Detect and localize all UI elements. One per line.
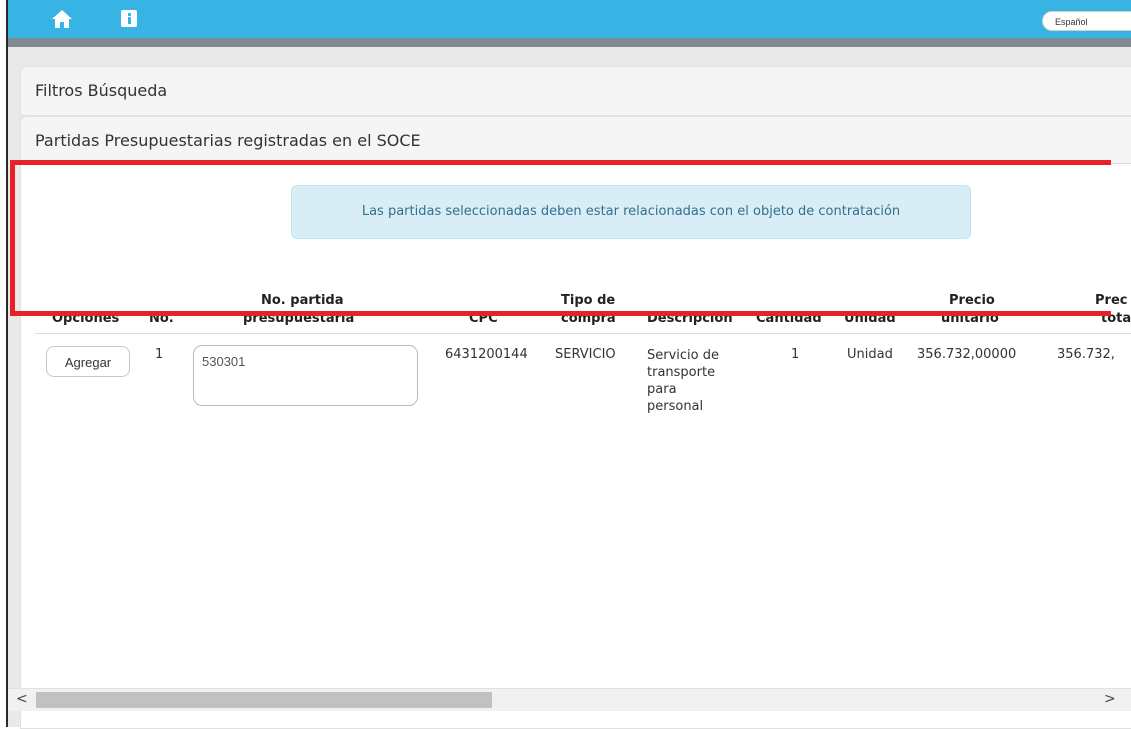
header-precio-unitario-line1: Precio bbox=[949, 293, 995, 308]
cell-unidad: Unidad bbox=[847, 347, 893, 362]
filtros-busqueda-panel[interactable]: Filtros Búsqueda bbox=[20, 66, 1131, 116]
partidas-panel-header[interactable]: Partidas Presupuestarias registradas en … bbox=[21, 117, 1131, 164]
header-partida-line1: No. partida bbox=[261, 293, 344, 308]
scroll-left-icon[interactable]: < bbox=[16, 691, 28, 707]
agregar-button[interactable]: Agregar bbox=[46, 346, 130, 377]
language-select[interactable]: Español bbox=[1042, 11, 1131, 31]
partidas-panel-title: Partidas Presupuestarias registradas en … bbox=[35, 131, 421, 150]
cell-precio-total: 356.732, bbox=[1057, 347, 1115, 362]
partidas-presupuestarias-panel: Partidas Presupuestarias registradas en … bbox=[20, 116, 1131, 729]
header-cpc: CPC bbox=[469, 311, 498, 326]
cell-no: 1 bbox=[155, 347, 164, 362]
home-icon[interactable] bbox=[51, 9, 73, 29]
header-opciones: Opciones bbox=[52, 311, 120, 326]
header-descripcion: Descripción bbox=[647, 311, 733, 326]
cell-descripcion-line2: transporte bbox=[647, 365, 716, 380]
header-divider bbox=[35, 333, 1131, 334]
scrollbar-thumb[interactable] bbox=[36, 692, 492, 708]
cell-precio-unitario: 356.732,00000 bbox=[917, 347, 1017, 362]
header-unidad: Unidad bbox=[844, 311, 896, 326]
cell-descripcion-line4: personal bbox=[647, 399, 704, 414]
horizontal-scrollbar[interactable]: < > bbox=[8, 688, 1131, 711]
header-precio-total-line2: tota bbox=[1101, 311, 1131, 326]
partidas-table: Opciones No. No. partida presupuestaria … bbox=[35, 282, 1131, 432]
header-partida-line2: presupuestaria bbox=[243, 311, 355, 326]
header-precio-total-line1: Prec bbox=[1095, 293, 1128, 308]
header-no: No. bbox=[149, 311, 174, 326]
header-cantidad: Cantidad bbox=[756, 311, 822, 326]
cell-tipo: SERVICIO bbox=[555, 347, 616, 362]
cell-cantidad: 1 bbox=[791, 347, 800, 362]
info-alert: Las partidas seleccionadas deben estar r… bbox=[291, 185, 971, 239]
partida-input[interactable]: 530301 bbox=[193, 345, 418, 406]
cell-descripcion-line3: para bbox=[647, 382, 677, 397]
header-precio-unitario-line2: unitario bbox=[941, 311, 999, 326]
filtros-busqueda-title[interactable]: Filtros Búsqueda bbox=[21, 67, 1131, 115]
info-icon[interactable] bbox=[121, 10, 137, 27]
header-tipo-line1: Tipo de bbox=[561, 293, 616, 308]
cell-cpc: 6431200144 bbox=[445, 347, 528, 362]
header-tipo-line2: compra bbox=[561, 311, 616, 326]
topbar-shadow bbox=[8, 38, 1131, 47]
scroll-right-icon[interactable]: > bbox=[1104, 691, 1116, 707]
cell-descripcion-line1: Servicio de bbox=[647, 348, 719, 363]
top-navigation-bar: Español bbox=[8, 0, 1131, 38]
